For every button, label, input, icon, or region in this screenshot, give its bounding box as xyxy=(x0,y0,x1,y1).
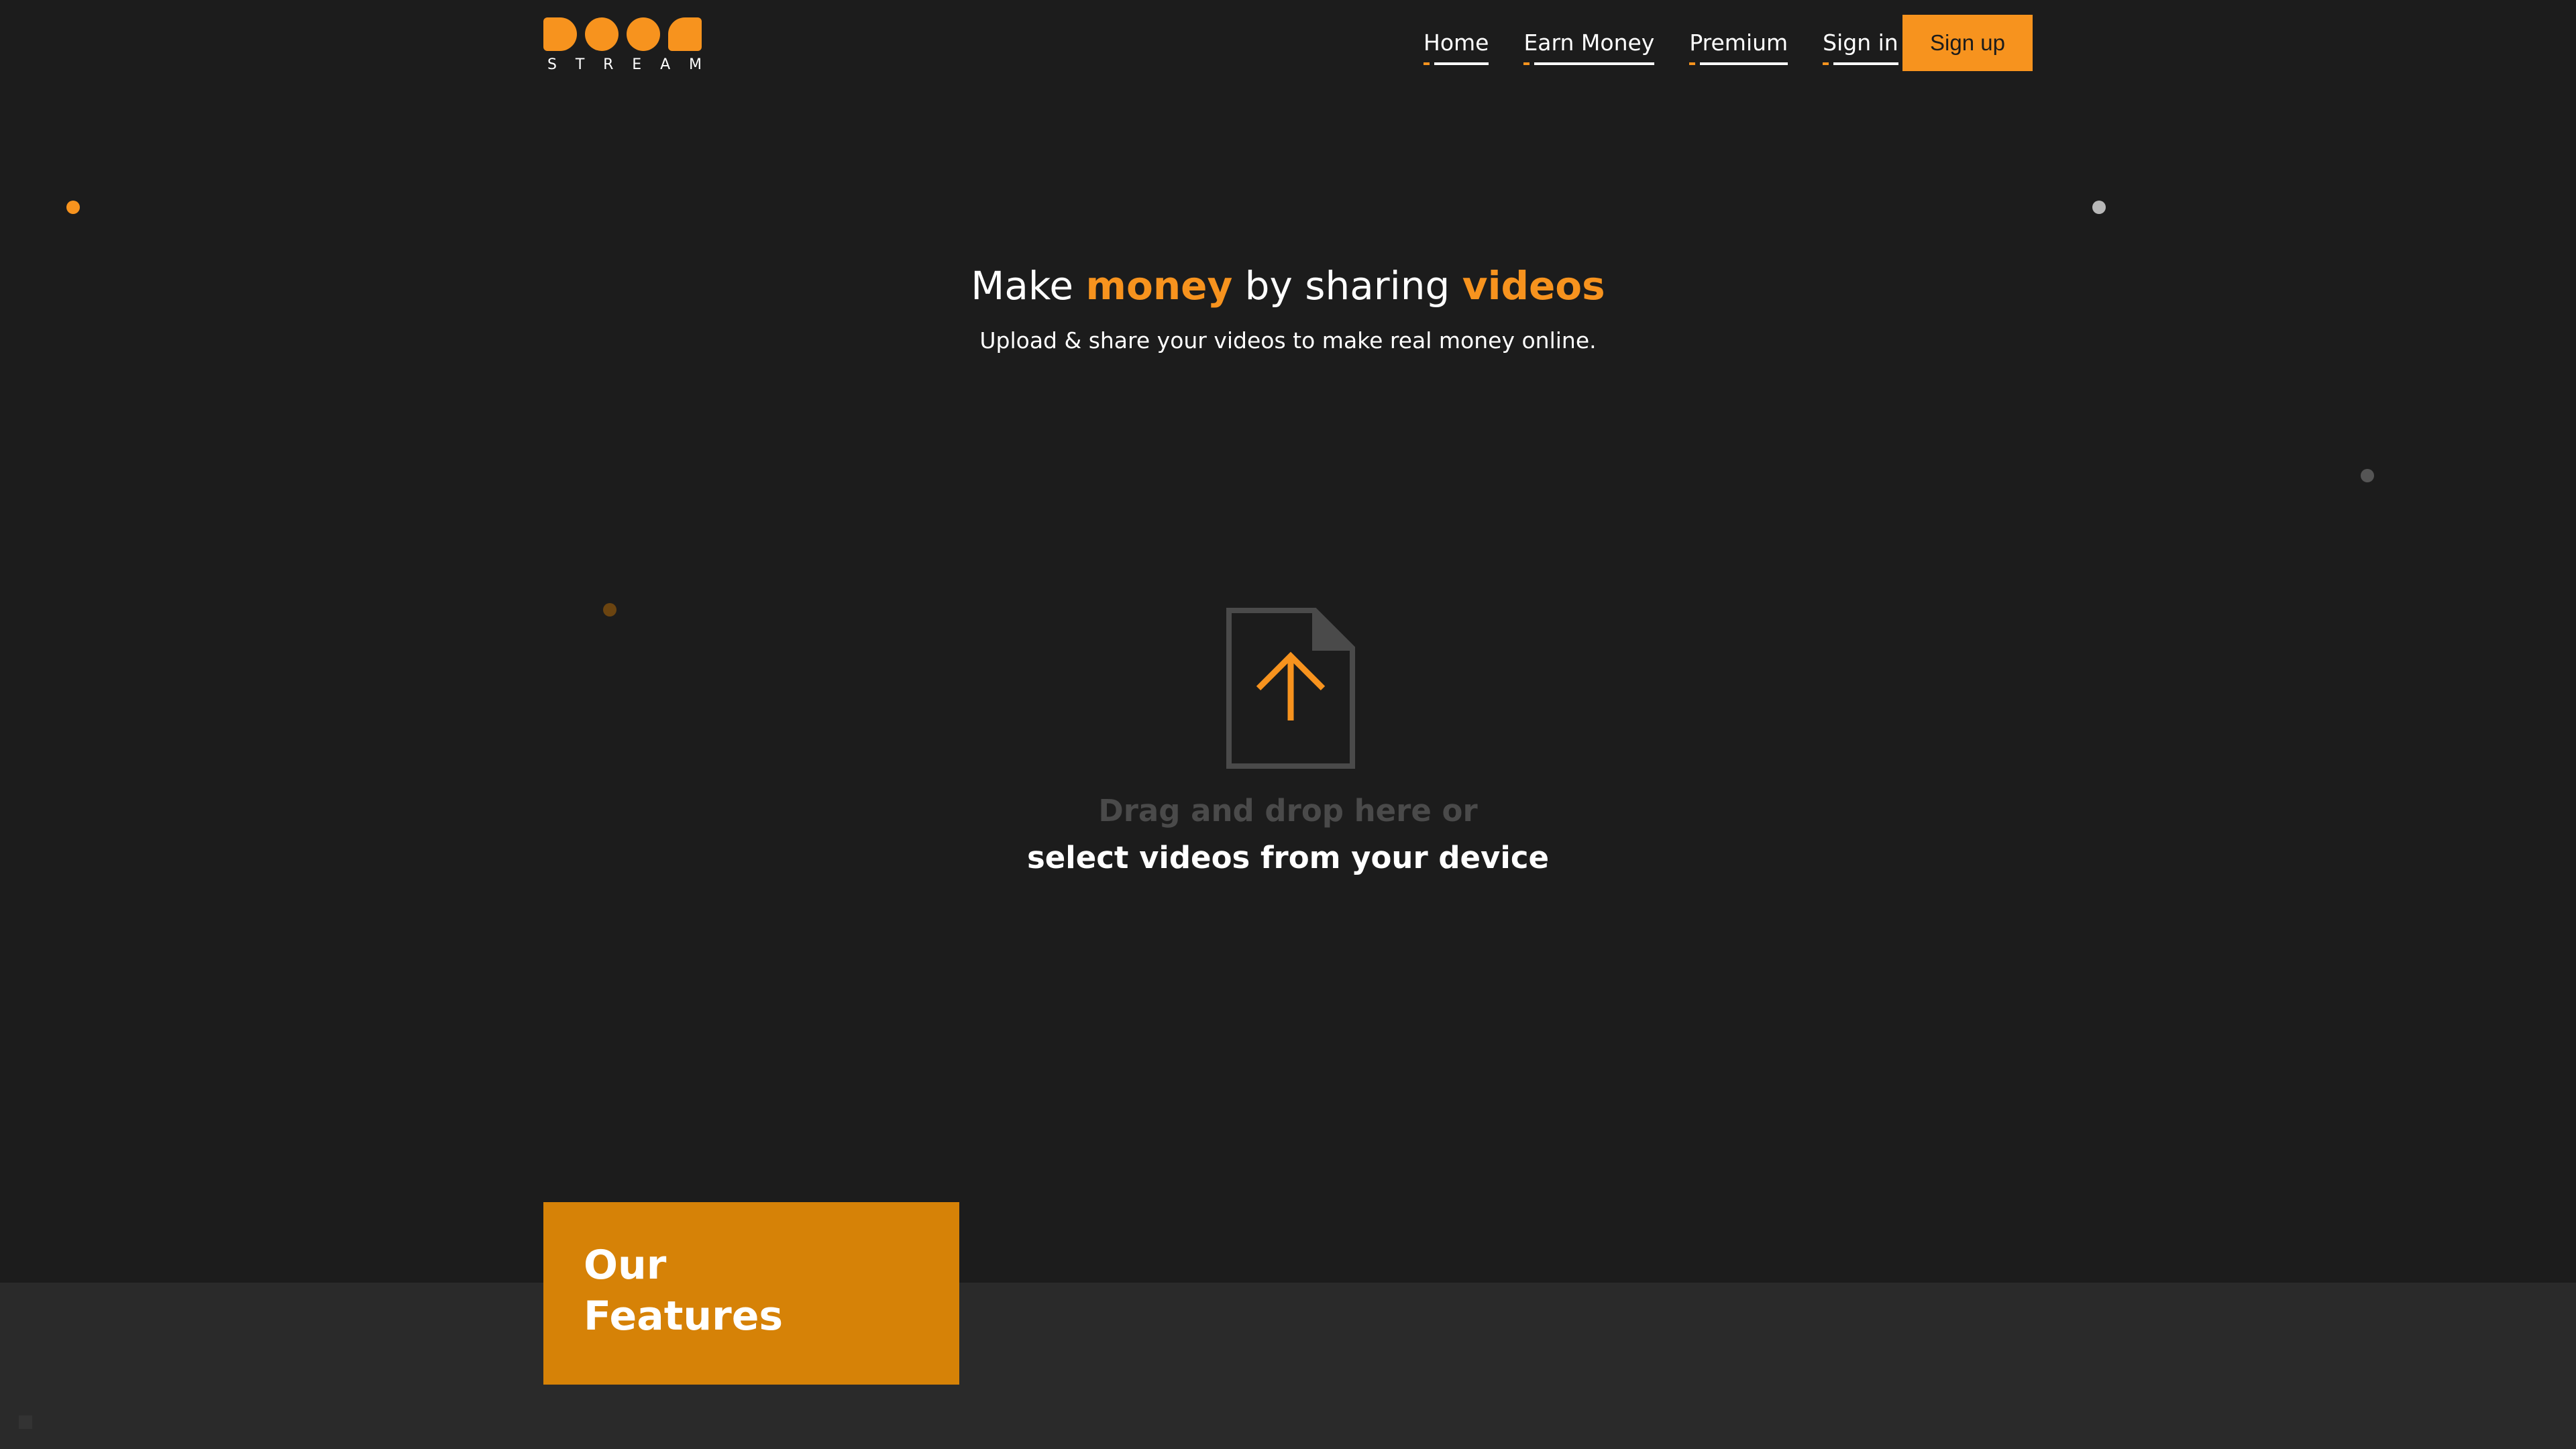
logo-shape xyxy=(585,17,619,51)
main-nav: Home Earn Money Premium Sign in xyxy=(1424,30,1933,65)
nav-earn-money-link[interactable]: Earn Money xyxy=(1523,30,1655,65)
hero-subtitle: Upload & share your videos to make real … xyxy=(979,327,1597,354)
hero-title-highlight: money xyxy=(1085,263,1233,309)
hero-title-highlight: videos xyxy=(1462,263,1605,309)
features-title-line: Our xyxy=(584,1242,667,1289)
features-section-band xyxy=(0,1283,2576,1449)
sign-up-button[interactable]: Sign up xyxy=(1902,15,2033,71)
logo-letter: S xyxy=(547,56,558,73)
nav-earn-money-label: Earn Money xyxy=(1523,30,1655,56)
page: S T R E A M Home Earn Money Premium Sign… xyxy=(0,0,2576,1449)
select-videos-container: select videos from your device xyxy=(0,840,2576,875)
nav-premium-label: Premium xyxy=(1689,30,1788,56)
nav-sign-in-label: Sign in xyxy=(1823,30,1898,56)
nav-home-link[interactable]: Home xyxy=(1424,30,1489,65)
logo-letter: R xyxy=(603,56,615,73)
nav-underline-accent xyxy=(1823,62,1829,65)
features-title: Our Features xyxy=(584,1240,919,1342)
nav-underline xyxy=(1700,62,1788,65)
nav-premium-link[interactable]: Premium xyxy=(1689,30,1788,65)
decorative-dot xyxy=(66,201,80,214)
nav-sign-in-link[interactable]: Sign in xyxy=(1823,30,1898,65)
logo-letter: E xyxy=(632,56,643,73)
decorative-dot xyxy=(603,603,616,616)
features-title-line: Features xyxy=(584,1293,784,1340)
logo-mark xyxy=(543,17,706,51)
drag-drop-text: Drag and drop here or xyxy=(1098,793,1478,828)
logo-shape xyxy=(543,17,577,51)
logo-shape xyxy=(668,17,702,51)
nav-underline xyxy=(1833,62,1898,65)
hero-title: Make money by sharing videos xyxy=(0,263,2576,309)
hero-title-text: by sharing xyxy=(1232,263,1462,309)
nav-underline-accent xyxy=(1523,62,1530,65)
nav-underline xyxy=(1534,62,1655,65)
select-videos-link[interactable]: select videos from your device xyxy=(1027,840,1549,875)
nav-underline-accent xyxy=(1424,62,1430,65)
logo-letter: A xyxy=(660,56,672,73)
features-card: Our Features xyxy=(543,1202,959,1385)
logo-letter: M xyxy=(688,56,703,73)
logo-wordmark: S T R E A M xyxy=(543,56,703,73)
nav-underline xyxy=(1434,62,1489,65)
decorative-dot xyxy=(2361,469,2374,482)
nav-underline-accent xyxy=(1689,62,1696,65)
logo[interactable]: S T R E A M xyxy=(543,17,706,73)
corner-widget[interactable] xyxy=(19,1415,32,1429)
logo-shape xyxy=(627,17,660,51)
logo-letter: T xyxy=(575,56,586,73)
hero-title-text: Make xyxy=(971,263,1086,309)
decorative-dot xyxy=(2092,201,2106,214)
file-upload-icon[interactable] xyxy=(1225,606,1356,770)
nav-home-label: Home xyxy=(1424,30,1489,56)
